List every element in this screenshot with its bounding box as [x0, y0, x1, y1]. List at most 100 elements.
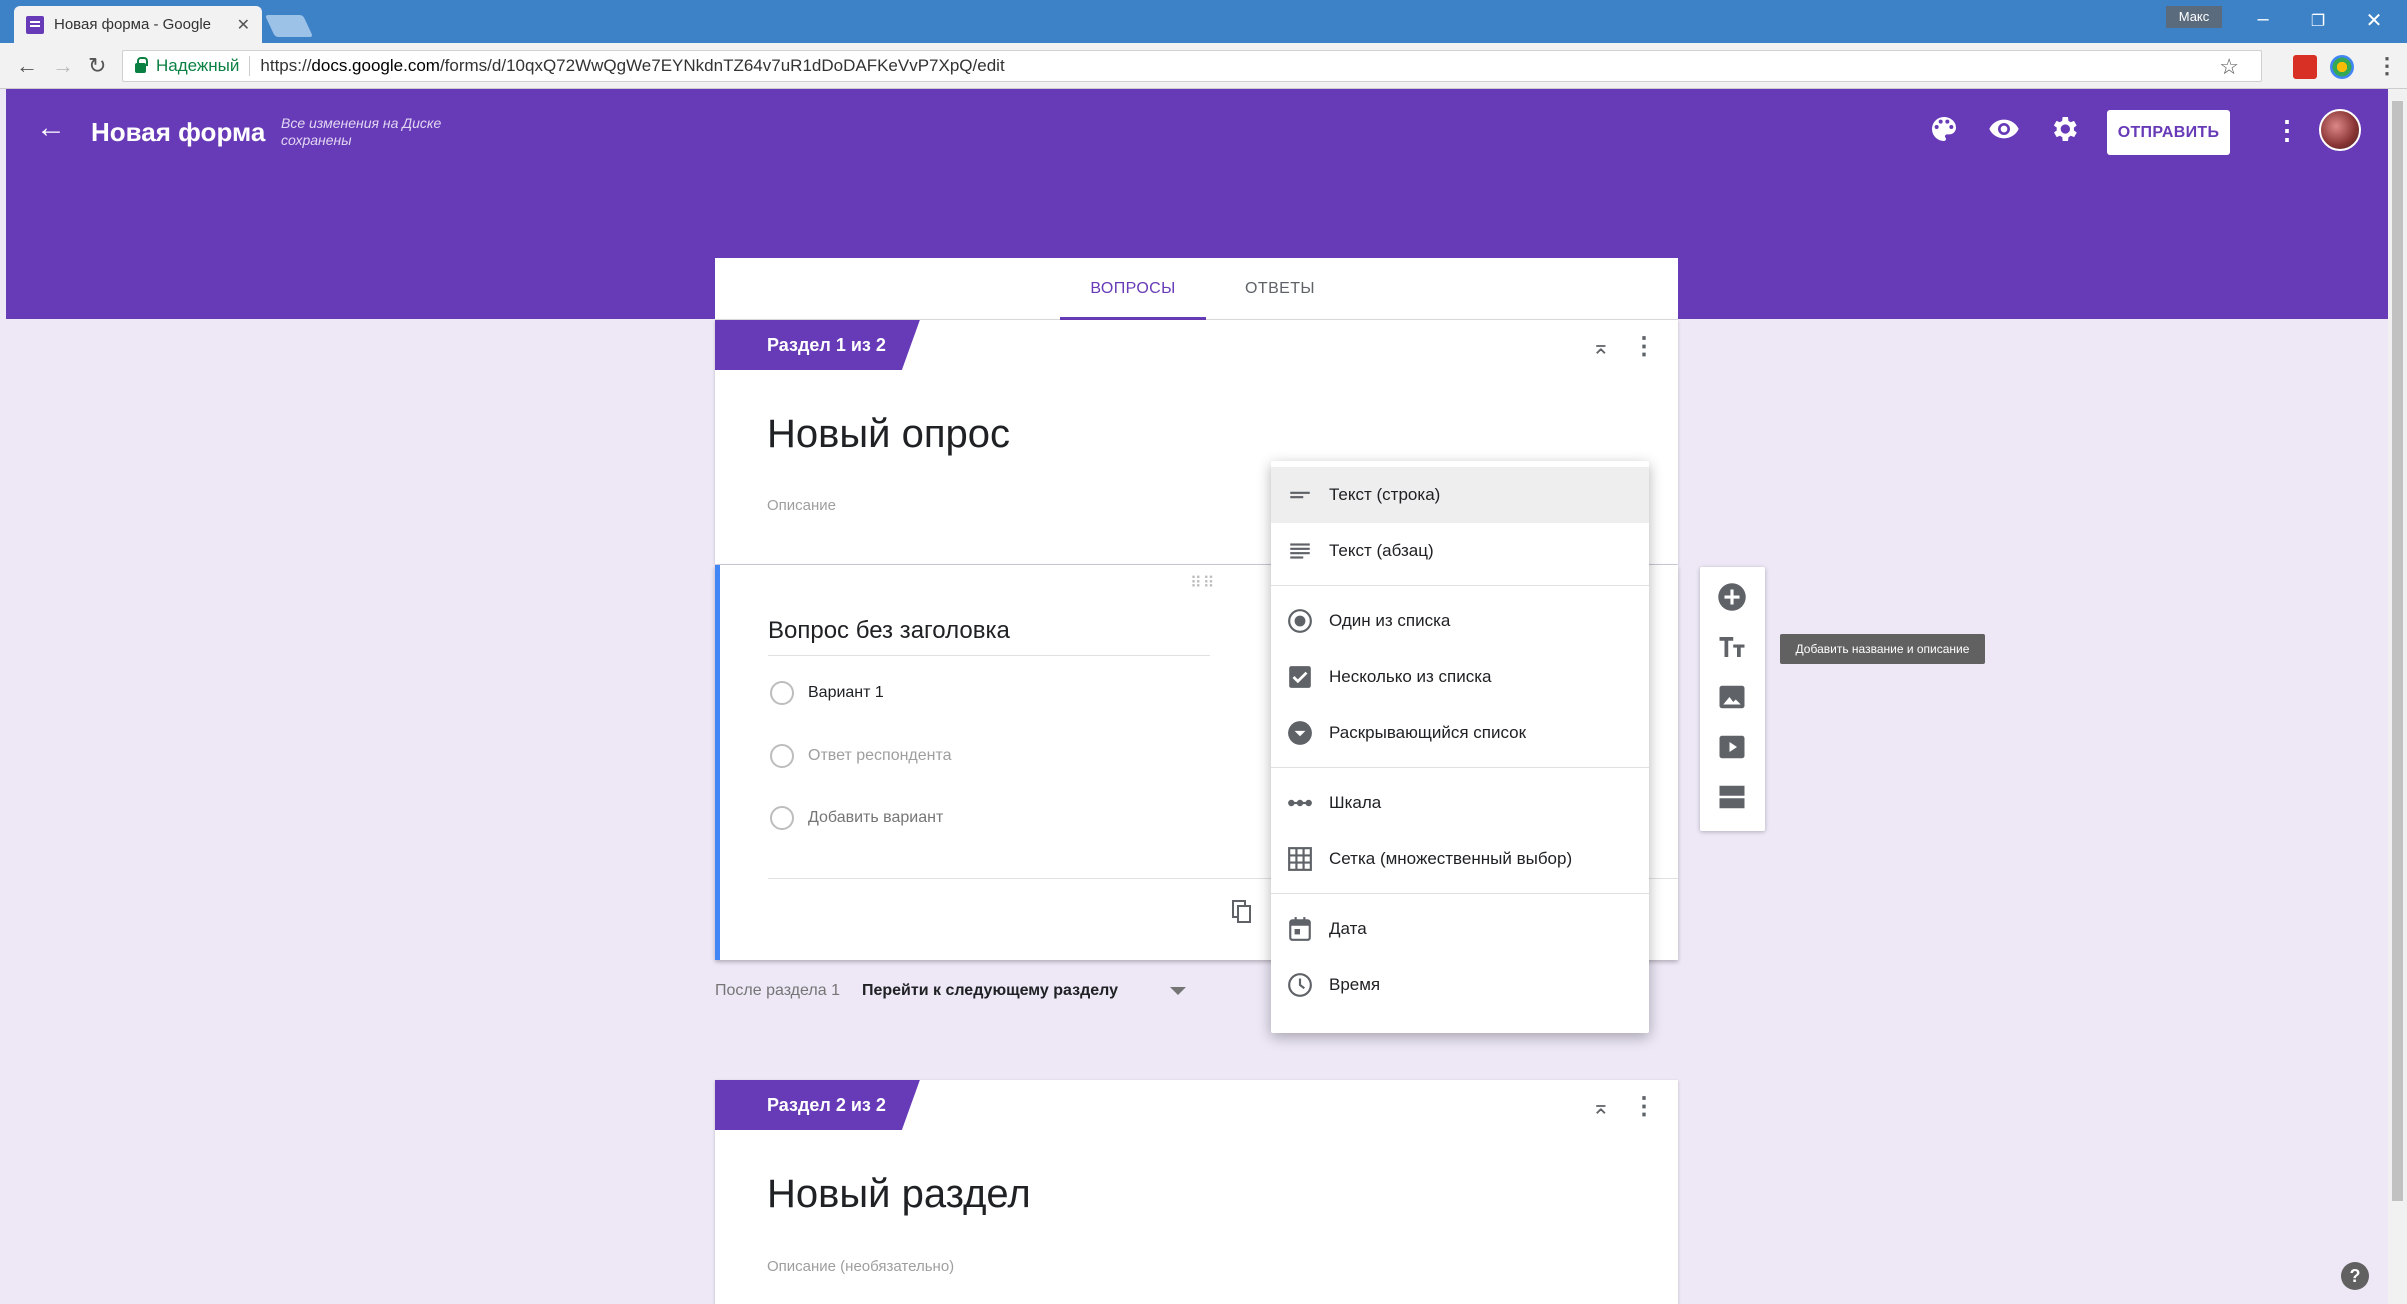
clock-icon — [1288, 973, 1312, 997]
restore-icon[interactable]: ❐ — [2298, 11, 2338, 31]
menu-divider — [1271, 767, 1649, 768]
menu-item-multiple-choice[interactable]: Один из списка — [1271, 593, 1649, 649]
tab-questions[interactable]: ВОПРОСЫ — [1060, 258, 1206, 320]
section-1-title[interactable]: Новый опрос — [767, 412, 1010, 457]
menu-item-date[interactable]: Дата — [1271, 901, 1649, 957]
option-other[interactable]: Ответ респондента — [770, 742, 952, 770]
add-option-label[interactable]: Добавить вариант — [808, 809, 943, 827]
lock-icon — [135, 57, 148, 73]
after-section-label: После раздела 1 — [715, 982, 840, 999]
calendar-icon — [1289, 917, 1311, 941]
menu-item-grid[interactable]: Сетка (множественный выбор) — [1271, 831, 1649, 887]
new-tab-button[interactable] — [264, 15, 314, 37]
menu-item-label: Один из списка — [1329, 611, 1451, 630]
section-1-tag: Раздел 1 из 2 — [715, 320, 920, 370]
option-1-label[interactable]: Вариант 1 — [808, 684, 884, 702]
secure-label: Надежный — [156, 56, 251, 76]
browser-menu-icon[interactable]: ⋮ — [2376, 53, 2398, 79]
save-status: Все изменения на Диске сохранены — [281, 115, 442, 148]
question-title[interactable]: Вопрос без заголовка — [768, 617, 1210, 656]
menu-item-label: Сетка (множественный выбор) — [1329, 849, 1573, 868]
add-section-icon[interactable] — [1717, 782, 1747, 812]
section-1-description[interactable]: Описание — [767, 497, 836, 514]
menu-item-linear-scale[interactable]: Шкала — [1271, 775, 1649, 831]
menu-item-dropdown[interactable]: Раскрывающийся список — [1271, 705, 1649, 761]
preview-eye-icon[interactable] — [1988, 113, 2020, 145]
menu-item-time[interactable]: Время — [1271, 957, 1649, 1013]
menu-divider — [1271, 585, 1649, 586]
add-video-icon[interactable] — [1717, 732, 1747, 762]
collapse-icon[interactable]: ⌅ — [1592, 334, 1610, 360]
section-more-icon[interactable]: ⋮ — [1632, 332, 1656, 361]
menu-item-paragraph[interactable]: Текст (абзац) — [1271, 523, 1649, 579]
add-title-icon[interactable] — [1717, 632, 1747, 662]
duplicate-icon[interactable] — [1232, 900, 1252, 924]
section-2-card: Раздел 2 из 2 ⌅ ⋮ Новый раздел Описание … — [715, 1080, 1678, 1304]
section-2-tag: Раздел 2 из 2 — [715, 1080, 920, 1130]
address-toolbar: ← → ↻ Надежный https://docs.google.com/f… — [0, 43, 2407, 89]
tab-title: Новая форма - Google — [54, 16, 211, 33]
window-close-icon[interactable]: ✕ — [2354, 8, 2394, 33]
profile-name[interactable]: Макс — [2166, 6, 2222, 28]
form-tabs: ВОПРОСЫ ОТВЕТЫ — [715, 258, 1678, 320]
bookmark-star-icon[interactable]: ☆ — [2219, 54, 2239, 80]
after-section-select[interactable]: После раздела 1 Перейти к следующему раз… — [715, 982, 1186, 1000]
url-text: https://docs.google.com/forms/d/10qxQ72W… — [260, 56, 1004, 76]
drag-handle-icon[interactable]: ⠿⠿ — [1190, 573, 1215, 593]
back-arrow-icon[interactable]: ← — [36, 111, 66, 145]
menu-divider — [1271, 893, 1649, 894]
menu-item-label: Время — [1329, 975, 1381, 994]
more-vert-icon[interactable]: ⋮ — [2274, 115, 2300, 146]
tab-close-icon[interactable]: ✕ — [237, 15, 250, 35]
short-text-icon — [1290, 491, 1310, 499]
browser-tab[interactable]: Новая форма - Google ✕ — [14, 6, 262, 43]
menu-item-checkboxes[interactable]: Несколько из списка — [1271, 649, 1649, 705]
menu-item-short-text[interactable]: Текст (строка) — [1271, 467, 1649, 523]
add-question-icon[interactable] — [1717, 582, 1747, 612]
reload-icon[interactable]: ↻ — [88, 53, 106, 79]
section-2-description[interactable]: Описание (необязательно) — [767, 1258, 954, 1275]
url-path: /forms/d/10qxQ72WwQgWe7EYNkdnTZ64v7uR1dD… — [439, 56, 1005, 75]
url-host: docs.google.com — [311, 56, 440, 75]
help-icon[interactable]: ? — [2341, 1262, 2369, 1290]
radio-icon — [770, 744, 794, 768]
dropdown-icon — [1288, 721, 1312, 745]
menu-item-label: Раскрывающийся список — [1329, 723, 1527, 742]
side-toolbar — [1700, 567, 1765, 831]
menu-item-label: Текст (строка) — [1329, 485, 1441, 504]
avatar[interactable] — [2319, 109, 2361, 151]
page-scrollbar[interactable] — [2388, 89, 2407, 1304]
option-1[interactable]: Вариант 1 — [770, 679, 884, 707]
menu-item-label: Текст (абзац) — [1329, 541, 1434, 560]
section-2-title[interactable]: Новый раздел — [767, 1172, 1031, 1217]
dropdown-arrow-icon[interactable] — [1170, 987, 1186, 995]
option-other-label: Ответ респондента — [808, 747, 952, 764]
extension-icon[interactable] — [2293, 55, 2317, 79]
question-type-menu: Текст (строка) Текст (абзац) Один из спи… — [1271, 461, 1649, 1033]
radio-icon — [770, 681, 794, 705]
checkbox-icon — [1289, 666, 1311, 688]
minimize-icon[interactable]: – — [2243, 8, 2283, 31]
add-option[interactable]: Добавить вариант — [770, 804, 943, 832]
tab-responses[interactable]: ОТВЕТЫ — [1230, 258, 1330, 320]
forms-favicon-icon — [26, 15, 44, 34]
paragraph-icon — [1290, 543, 1310, 559]
add-image-icon[interactable] — [1717, 682, 1747, 712]
settings-gear-icon[interactable] — [2048, 113, 2080, 145]
form-name[interactable]: Новая форма — [91, 117, 265, 148]
collapse-icon[interactable]: ⌅ — [1592, 1094, 1610, 1120]
back-icon[interactable]: ← — [16, 53, 38, 79]
linear-scale-icon — [1288, 799, 1312, 807]
forward-icon[interactable]: → — [52, 53, 74, 79]
menu-item-label: Шкала — [1329, 793, 1382, 812]
palette-icon[interactable] — [1928, 113, 1960, 145]
extension-color-icon[interactable] — [2330, 55, 2354, 79]
url-scheme: https:// — [260, 56, 312, 75]
after-section-value[interactable]: Перейти к следующему разделу — [862, 982, 1118, 1000]
url-bar[interactable]: Надежный https://docs.google.com/forms/d… — [122, 50, 2262, 82]
radio-icon — [1288, 609, 1312, 633]
scroll-thumb[interactable] — [2392, 101, 2403, 1201]
section-more-icon[interactable]: ⋮ — [1632, 1092, 1656, 1121]
send-button[interactable]: ОТПРАВИТЬ — [2107, 110, 2230, 155]
tooltip: Добавить название и описание — [1780, 634, 1985, 664]
